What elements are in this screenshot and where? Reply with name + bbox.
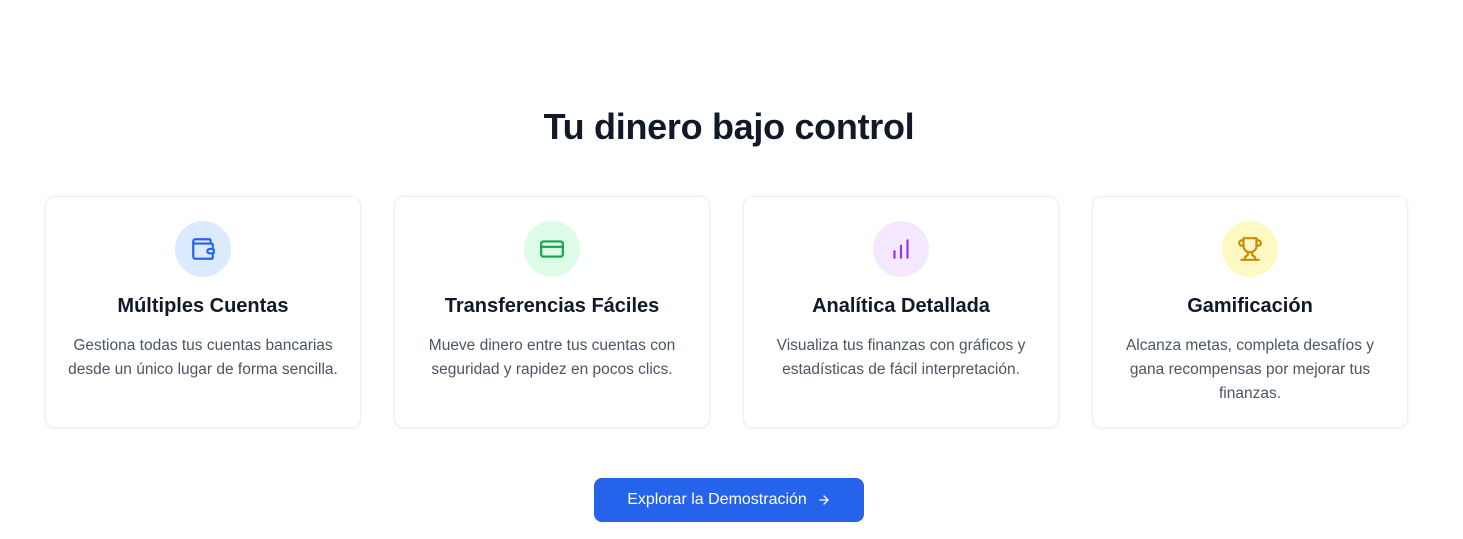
explore-demo-label: Explorar la Demostración: [627, 491, 807, 508]
wallet-icon-circle: [175, 221, 231, 277]
bar-chart-icon: [893, 239, 909, 259]
credit-card-icon: [540, 240, 564, 258]
trophy-icon: [1238, 237, 1262, 261]
explore-demo-button[interactable]: Explorar la Demostración: [594, 478, 864, 522]
arrow-right-icon: [819, 495, 829, 505]
feature-description: Gestiona todas tus cuentas bancarias des…: [68, 337, 338, 378]
feature-title: Múltiples Cuentas: [117, 295, 289, 317]
feature-card-gamification: Gamificación Alcanza metas, completa des…: [1092, 196, 1408, 428]
feature-cards: Múltiples Cuentas Gestiona todas tus cue…: [45, 196, 1413, 428]
feature-card-multiple-accounts: Múltiples Cuentas Gestiona todas tus cue…: [45, 196, 361, 428]
feature-description: Alcanza metas, completa desafíos y gana …: [1125, 337, 1375, 402]
wallet-icon: [192, 238, 215, 260]
feature-title: Transferencias Fáciles: [444, 295, 660, 317]
credit-card-icon-circle: [524, 221, 580, 277]
bar-chart-icon-circle: [873, 221, 929, 277]
feature-card-detailed-analytics: Analítica Detallada Visualiza tus finanz…: [743, 196, 1059, 428]
feature-card-easy-transfers: Transferencias Fáciles Mueve dinero entr…: [394, 196, 710, 428]
feature-description: Mueve dinero entre tus cuentas con segur…: [428, 337, 676, 378]
feature-description: Visualiza tus finanzas con gráficos y es…: [776, 337, 1026, 378]
trophy-icon-circle: [1222, 221, 1278, 277]
features-section: Tu dinero bajo control Múltiples Cuentas…: [0, 0, 1463, 539]
feature-title: Analítica Detallada: [812, 295, 990, 317]
feature-title: Gamificación: [1187, 295, 1313, 317]
section-title: Tu dinero bajo control: [543, 106, 915, 147]
